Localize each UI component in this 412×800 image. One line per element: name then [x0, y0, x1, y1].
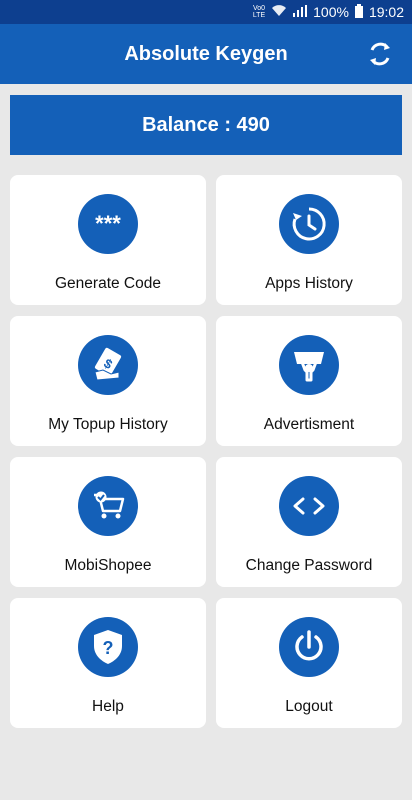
apps-history-icon-circle [279, 194, 339, 254]
volte-icon: Vo0 LTE [252, 5, 266, 19]
app-bar: Absolute Keygen [0, 24, 412, 84]
shield-question-icon: ? [94, 630, 122, 664]
signal-icon [293, 4, 308, 20]
mobishopee-icon-circle [78, 476, 138, 536]
my-topup-history-icon-circle: $ [78, 335, 138, 395]
code-brackets-icon [293, 497, 325, 515]
money-hand-icon: $ [94, 347, 122, 381]
logout-icon-circle [279, 617, 339, 677]
change-password-label: Change Password [245, 557, 373, 574]
help-label: Help [92, 698, 124, 715]
refresh-button[interactable] [366, 40, 394, 68]
app-title: Absolute Keygen [124, 42, 288, 65]
help-card[interactable]: ? Help [10, 598, 206, 728]
apps-history-label: Apps History [265, 275, 353, 292]
generate-code-icon-circle: *** [78, 194, 138, 254]
change-password-card[interactable]: Change Password [216, 457, 402, 587]
help-icon-circle: ? [78, 617, 138, 677]
battery-icon [354, 3, 363, 21]
asterisks-icon: *** [95, 214, 121, 234]
my-topup-history-card[interactable]: $ My Topup History [10, 316, 206, 446]
power-icon [295, 630, 323, 661]
history-clock-icon [292, 207, 326, 241]
svg-text:?: ? [103, 638, 114, 658]
wifi-icon [271, 4, 287, 20]
advertisment-label: Advertisment [263, 416, 355, 433]
balance-banner: Balance : 490 [10, 95, 402, 155]
shopping-cart-icon [94, 491, 125, 519]
bottom-area [0, 750, 412, 800]
banner-person-icon [294, 352, 324, 382]
mobishopee-label: MobiShopee [64, 557, 152, 574]
mobishopee-card[interactable]: MobiShopee [10, 457, 206, 587]
advertisment-icon-circle [279, 335, 339, 395]
status-bar: Vo0 LTE 100% 19:02 [0, 0, 412, 24]
logout-card[interactable]: Logout [216, 598, 402, 728]
refresh-icon [370, 42, 390, 66]
change-password-icon-circle [279, 476, 339, 536]
balance-text: Balance : 490 [142, 113, 270, 136]
generate-code-card[interactable]: *** Generate Code [10, 175, 206, 305]
svg-text:***: *** [95, 214, 121, 234]
advertisment-card[interactable]: Advertisment [216, 316, 402, 446]
battery-percent: 100% [313, 4, 349, 20]
logout-label: Logout [285, 698, 333, 715]
menu-grid: *** Generate Code Apps History $ My Topu… [10, 175, 402, 728]
apps-history-card[interactable]: Apps History [216, 175, 402, 305]
clock: 19:02 [368, 4, 404, 20]
my-topup-history-label: My Topup History [48, 416, 168, 433]
generate-code-label: Generate Code [55, 275, 161, 292]
